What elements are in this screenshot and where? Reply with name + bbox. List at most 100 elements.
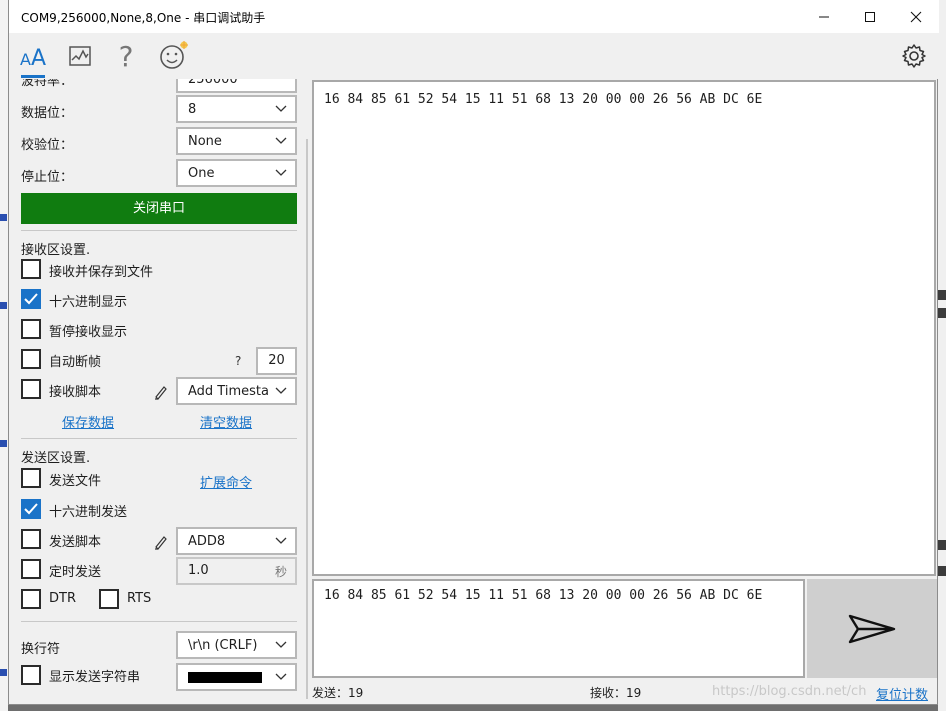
save-to-file-checkbox[interactable] xyxy=(21,259,41,279)
status-bar: 发送：19 接收：19 https://blog.csdn.net/ch 复位计… xyxy=(312,681,936,703)
sent-count: 发送：19 xyxy=(312,686,364,700)
chevron-down-icon xyxy=(275,641,287,648)
maximize-icon xyxy=(865,11,875,22)
send-file-label: 发送文件 xyxy=(49,474,102,489)
toolbar: A A ? xyxy=(9,33,939,79)
svg-text:A: A xyxy=(31,46,46,69)
baud-select[interactable]: 256000 xyxy=(176,79,297,93)
chevron-down-icon xyxy=(275,387,287,394)
check-icon xyxy=(24,293,38,305)
send-textarea[interactable]: 16 84 85 61 52 54 15 11 51 68 13 20 00 0… xyxy=(312,579,805,678)
receive-textarea[interactable]: 16 84 85 61 52 54 15 11 51 68 13 20 00 0… xyxy=(312,80,936,576)
dtr-checkbox[interactable] xyxy=(21,589,41,609)
divider xyxy=(21,230,297,231)
minimize-button[interactable] xyxy=(801,0,847,33)
dtr-label: DTR xyxy=(49,591,76,606)
send-icon xyxy=(848,614,896,643)
background-app-strip-right xyxy=(938,0,946,711)
watermark: https://blog.csdn.net/ch xyxy=(712,684,867,699)
gear-icon[interactable] xyxy=(897,39,931,73)
receive-section-title: 接收区设置. xyxy=(21,243,91,258)
minimize-icon xyxy=(819,16,829,17)
parity-select[interactable]: None xyxy=(176,127,297,155)
timed-send-input[interactable]: 1.0 秒 xyxy=(176,557,297,585)
send-script-checkbox[interactable] xyxy=(21,529,41,549)
color-swatch xyxy=(188,672,262,683)
extend-command-link[interactable]: 扩展命令 xyxy=(200,472,252,491)
chevron-down-icon xyxy=(275,673,287,680)
pause-display-label: 暂停接收显示 xyxy=(49,325,128,340)
timed-send-value: 1.0 xyxy=(188,563,209,578)
pen-icon[interactable] xyxy=(153,384,169,400)
font-glyph: A A xyxy=(20,46,46,69)
baud-label: 波特率： xyxy=(21,79,74,89)
hex-send-label: 十六进制发送 xyxy=(49,505,128,520)
databits-label: 数据位： xyxy=(21,106,74,121)
close-icon xyxy=(910,11,922,22)
newline-value: \r\n (CRLF) xyxy=(188,638,258,653)
font-icon[interactable]: A A xyxy=(17,39,51,73)
chevron-down-icon xyxy=(275,105,287,112)
save-to-file-label: 接收并保存到文件 xyxy=(49,265,154,280)
send-text: 16 84 85 61 52 54 15 11 51 68 13 20 00 0… xyxy=(324,588,763,603)
close-button[interactable] xyxy=(893,0,939,33)
svg-text:A: A xyxy=(20,50,31,69)
timed-send-checkbox[interactable] xyxy=(21,559,41,579)
pause-display-checkbox[interactable] xyxy=(21,319,41,339)
auto-frame-checkbox[interactable] xyxy=(21,349,41,369)
databits-value: 8 xyxy=(188,102,197,117)
save-data-link[interactable]: 保存数据 xyxy=(62,412,114,431)
settings-panel: 波特率： 256000 数据位： 8 校验位： None 停止位： One 关闭… xyxy=(9,79,309,705)
receive-script-checkbox[interactable] xyxy=(21,379,41,399)
stopbits-label: 停止位： xyxy=(21,170,74,185)
help-icon[interactable]: ? xyxy=(109,39,143,73)
hex-display-checkbox[interactable] xyxy=(21,289,41,309)
send-file-checkbox[interactable] xyxy=(21,468,41,488)
window-title: COM9,256000,None,8,One - 串口调试助手 xyxy=(21,11,266,25)
stopbits-value: One xyxy=(188,166,215,181)
close-port-button[interactable]: 关闭串口 xyxy=(21,193,297,224)
maximize-button[interactable] xyxy=(847,0,893,33)
rts-checkbox[interactable] xyxy=(99,589,119,609)
chevron-down-icon xyxy=(275,169,287,176)
send-section-title: 发送区设置. xyxy=(21,451,91,466)
receive-text: 16 84 85 61 52 54 15 11 51 68 13 20 00 0… xyxy=(324,92,763,107)
clear-data-link[interactable]: 清空数据 xyxy=(200,412,252,431)
send-button[interactable] xyxy=(807,579,937,678)
pen-icon[interactable] xyxy=(153,534,169,550)
settings-scrollbar[interactable] xyxy=(306,139,308,699)
color-select[interactable] xyxy=(176,663,297,691)
auto-frame-help-icon[interactable]: ? xyxy=(235,354,241,368)
check-icon xyxy=(24,503,38,515)
receive-script-select[interactable]: Add Timesta xyxy=(176,377,297,405)
hex-display-label: 十六进制显示 xyxy=(49,295,128,310)
smile-icon[interactable] xyxy=(157,39,191,73)
app-window: COM9,256000,None,8,One - 串口调试助手 A A ? 波特… xyxy=(8,0,939,705)
background-app-strip xyxy=(0,0,8,711)
title-bar: COM9,256000,None,8,One - 串口调试助手 xyxy=(9,0,939,33)
reset-count-link[interactable]: 复位计数 xyxy=(876,684,928,703)
stopbits-select[interactable]: One xyxy=(176,159,297,187)
auto-frame-label: 自动断帧 xyxy=(49,355,102,370)
parity-label: 校验位： xyxy=(21,138,74,153)
parity-value: None xyxy=(188,134,222,149)
auto-frame-input[interactable]: 20 xyxy=(256,347,297,375)
divider xyxy=(21,621,297,622)
receive-script-label: 接收脚本 xyxy=(49,385,102,400)
show-send-string-label: 显示发送字符串 xyxy=(49,670,141,685)
databits-select[interactable]: 8 xyxy=(176,95,297,123)
hex-send-checkbox[interactable] xyxy=(21,499,41,519)
send-script-value: ADD8 xyxy=(188,534,226,549)
show-send-string-checkbox[interactable] xyxy=(21,665,41,685)
chart-icon[interactable] xyxy=(63,39,97,73)
timed-send-unit: 秒 xyxy=(274,565,287,579)
baud-value: 256000 xyxy=(188,79,238,87)
send-script-select[interactable]: ADD8 xyxy=(176,527,297,555)
newline-select[interactable]: \r\n (CRLF) xyxy=(176,631,297,659)
newline-label: 换行符 xyxy=(21,642,61,657)
receive-script-value: Add Timesta xyxy=(188,384,269,399)
recv-count: 接收：19 xyxy=(590,686,642,700)
timed-send-label: 定时发送 xyxy=(49,565,102,580)
chevron-down-icon xyxy=(275,137,287,144)
divider xyxy=(21,438,297,439)
